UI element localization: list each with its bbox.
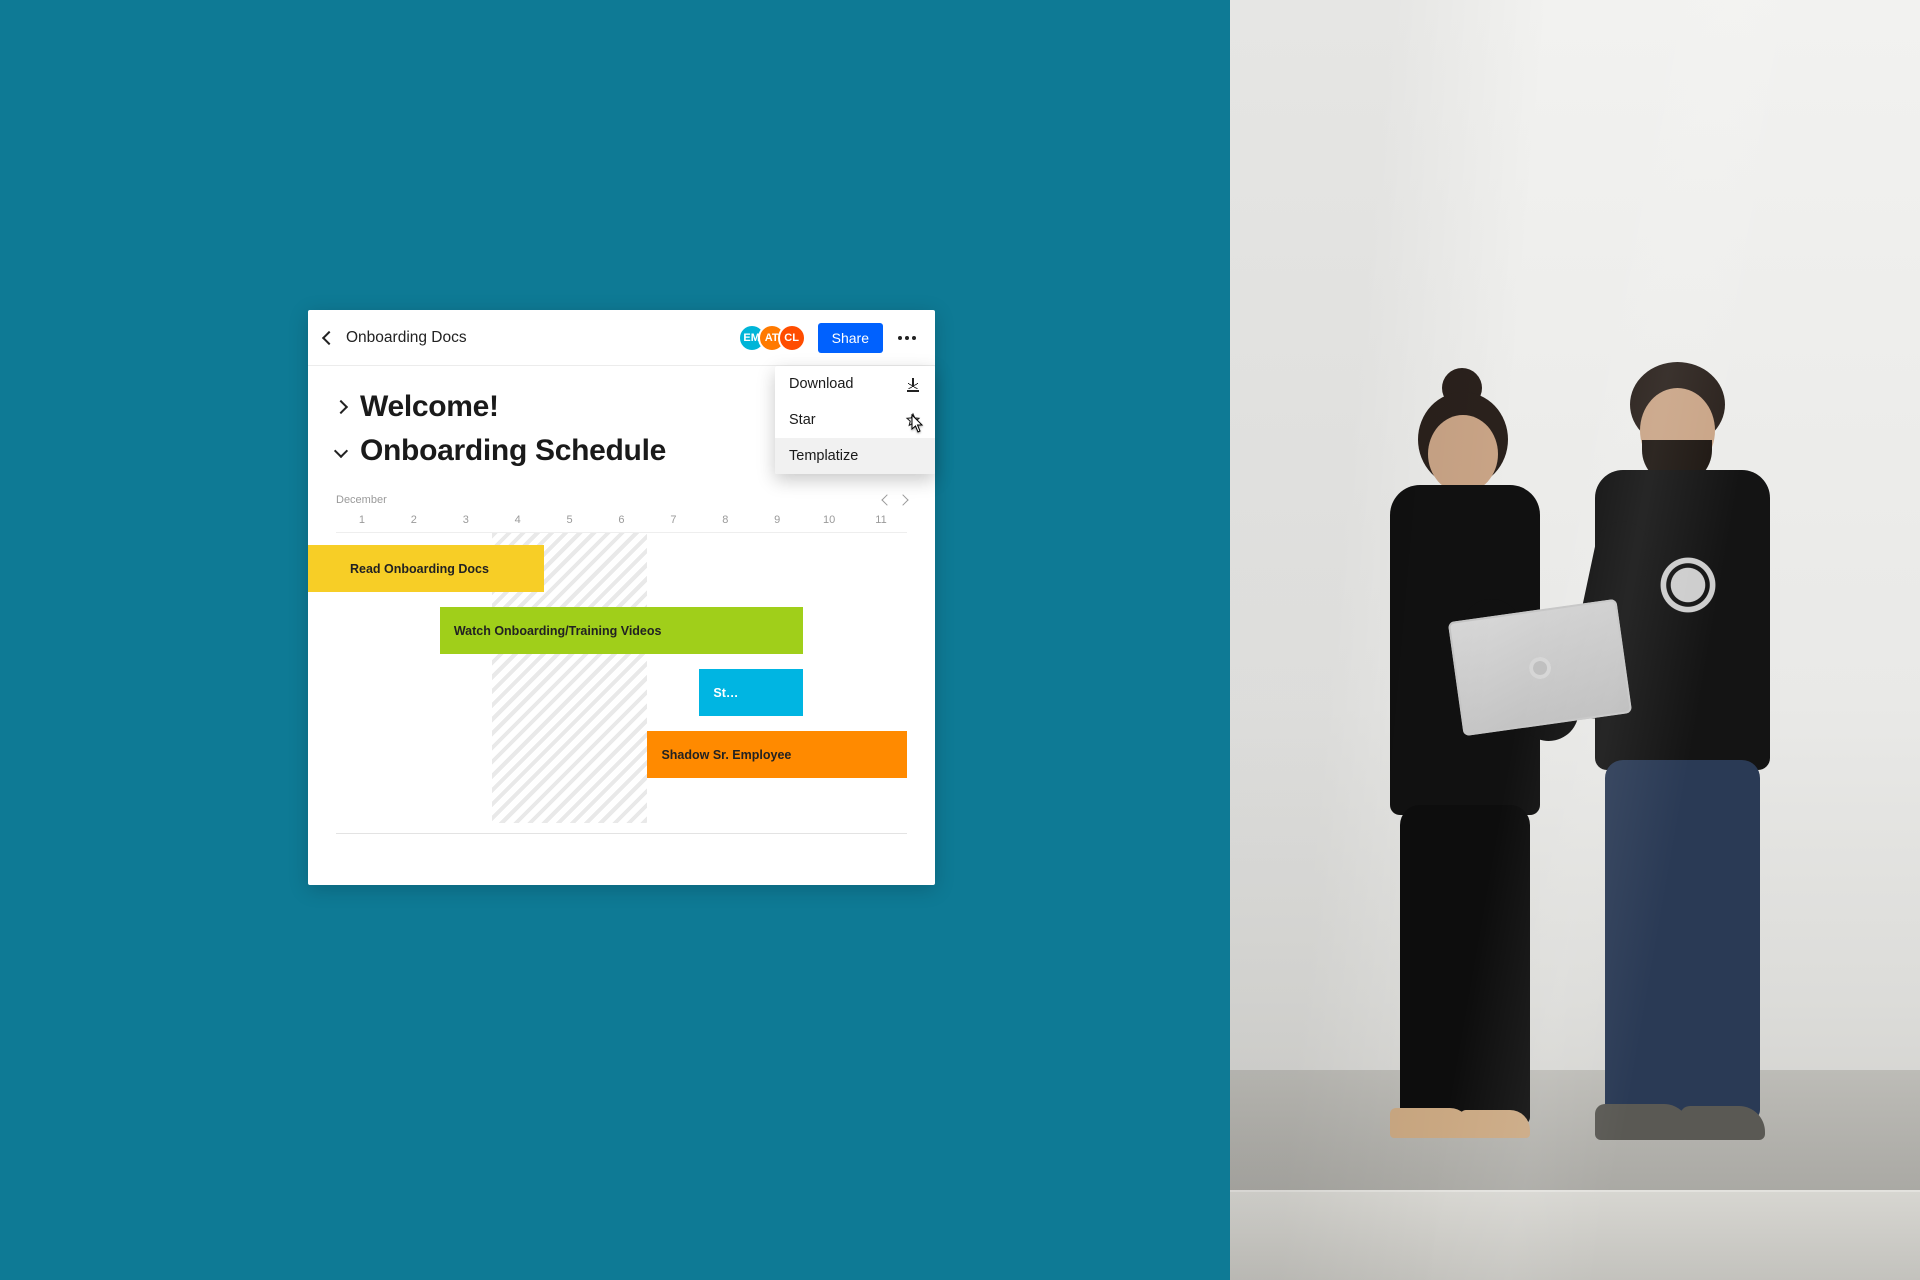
timeline-day: 11	[855, 514, 907, 526]
download-icon	[905, 376, 921, 392]
timeline-gantt[interactable]: Read Onboarding DocsWatch Onboarding/Tra…	[336, 533, 907, 823]
menu-item-templatize[interactable]: Templatize	[775, 438, 935, 474]
laptop-illustration	[1448, 599, 1632, 737]
timeline-prev-button[interactable]	[881, 494, 892, 505]
timeline-month-label: December	[336, 494, 387, 506]
marketing-photo	[1230, 0, 1920, 1280]
menu-item-label: Templatize	[789, 448, 858, 464]
section-title: Welcome!	[360, 390, 499, 424]
back-button[interactable]: Onboarding Docs	[324, 329, 467, 347]
timeline-task-bar[interactable]: Read Onboarding Docs	[308, 545, 544, 592]
person-illustration	[1570, 370, 1790, 1130]
timeline-day: 4	[492, 514, 544, 526]
timeline-day: 3	[440, 514, 492, 526]
timeline-task-bar[interactable]: Shadow Sr. Employee	[647, 731, 907, 778]
timeline-day: 10	[803, 514, 855, 526]
menu-item-label: Star	[789, 412, 816, 428]
timeline-day: 7	[647, 514, 699, 526]
timeline-day: 2	[388, 514, 440, 526]
timeline-day: 6	[596, 514, 648, 526]
timeline-day-header: 1234567891011	[336, 514, 907, 533]
chevron-left-icon	[322, 330, 336, 344]
menu-item-label: Download	[789, 376, 854, 392]
person-illustration	[1370, 410, 1570, 1130]
app-header: Onboarding Docs EMATCL Share	[308, 310, 935, 366]
divider	[336, 833, 907, 834]
timeline-next-button[interactable]	[897, 494, 908, 505]
share-button[interactable]: Share	[818, 323, 883, 353]
more-menu-button[interactable]	[895, 326, 919, 350]
avatar[interactable]: CL	[778, 324, 806, 352]
section-title: Onboarding Schedule	[360, 434, 666, 468]
cursor-icon	[911, 414, 925, 434]
timeline-day: 9	[751, 514, 803, 526]
timeline-day: 5	[544, 514, 596, 526]
timeline-task-bar[interactable]: St…	[699, 669, 803, 716]
chevron-down-icon	[334, 444, 348, 458]
timeline-day: 8	[699, 514, 751, 526]
chevron-right-icon	[334, 400, 348, 414]
document-app-window: Onboarding Docs EMATCL Share Download Sta…	[308, 310, 935, 885]
breadcrumb[interactable]: Onboarding Docs	[346, 329, 467, 347]
collaborator-avatars[interactable]: EMATCL	[738, 324, 806, 352]
timeline-day: 1	[336, 514, 388, 526]
menu-item-download[interactable]: Download	[775, 366, 935, 402]
blank-icon	[905, 448, 921, 464]
timeline-task-bar[interactable]: Watch Onboarding/Training Videos	[440, 607, 803, 654]
